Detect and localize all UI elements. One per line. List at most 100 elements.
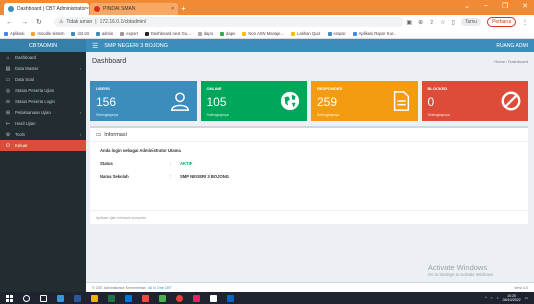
network-icon[interactable]: ⌁ — [491, 296, 493, 300]
folder-icon[interactable] — [91, 294, 98, 302]
stat-box-blocked[interactable]: BLOCKED 0 Selengkapnya — [421, 81, 528, 121]
edge-icon[interactable] — [57, 294, 64, 302]
tab-pindai[interactable]: PINDAI SMAN × — [90, 3, 178, 15]
tab-favicon-icon — [94, 6, 100, 12]
panel-header: ▭ Informasi — [90, 128, 528, 142]
store-icon[interactable] — [125, 294, 132, 302]
profile-button[interactable]: Tamu — [460, 18, 482, 26]
reload-icon[interactable]: ↻ — [36, 18, 42, 26]
bookmark-item[interactable]: Latihan Quiz — [290, 31, 321, 36]
tab-close-icon[interactable]: × — [86, 6, 89, 12]
stat-box-responded[interactable]: RESPONDED 259 Selengkapnya — [311, 81, 418, 121]
star-icon[interactable]: ☆ — [440, 19, 445, 26]
volume-icon[interactable]: ♪ — [497, 296, 499, 300]
window-controls: ⌄ – ❐ ✕ — [464, 2, 528, 10]
bookmark-item[interactable]: Aplikasi — [4, 31, 24, 36]
sidebar-item-keluar[interactable]: ⏻ Keluar — [0, 140, 86, 151]
footer-link[interactable]: All in One CBT — [148, 286, 172, 290]
ban-icon — [501, 91, 521, 111]
back-icon[interactable]: ← — [6, 19, 13, 26]
globe-icon — [95, 31, 100, 36]
stat-more-link[interactable]: Selengkapnya — [428, 113, 450, 117]
tab-close-icon[interactable]: × — [171, 6, 174, 12]
bookmark-item[interactable]: export — [120, 31, 138, 36]
app-icon[interactable] — [193, 294, 200, 302]
chevron-left-icon: ‹ — [79, 110, 81, 115]
tab-label: Dashboard | CBT Administrator — [17, 6, 87, 12]
app-logo[interactable]: CBTADMIN — [0, 39, 86, 52]
breadcrumb[interactable]: Home / Dashboard — [494, 59, 528, 64]
document-icon — [393, 91, 409, 111]
login-icon: ⊖ — [5, 98, 11, 105]
bookmark-item[interactable]: cbt ott — [71, 31, 89, 36]
chrome-icon[interactable] — [176, 294, 183, 302]
search-icon[interactable] — [23, 294, 30, 302]
sidebar-item-pelaksanaan-ujian[interactable]: ⊞ Pelaksanaan Ujian ‹ — [0, 107, 86, 118]
app-icon[interactable] — [159, 294, 166, 302]
folder-icon — [242, 31, 247, 36]
sidebar-item-status-peserta-ujian[interactable]: ◎ Status Peserta Ujian — [0, 85, 86, 96]
new-tab-button[interactable]: + — [181, 4, 186, 13]
chevron-down-icon[interactable]: ⌄ — [464, 2, 470, 10]
bookmark-item[interactable]: admin — [95, 31, 113, 36]
stat-box-users[interactable]: USERS 156 Selengkapnya — [90, 81, 197, 121]
user-icon — [170, 92, 189, 111]
home-icon: ⌂ — [6, 54, 10, 61]
bookmark-item[interactable]: moodle sistem — [31, 31, 64, 36]
bookmark-item[interactable]: Aplikasi Rapor Kur... — [352, 31, 397, 36]
sidebar-item-tools[interactable]: ⚙ Tools ‹ — [0, 129, 86, 140]
sidebar-item-status-peserta-login[interactable]: ⊖ Status Peserta Login — [0, 96, 86, 107]
tab-dashboard[interactable]: Dashboard | CBT Administrator × — [4, 3, 89, 15]
bookmark-item[interactable]: dapo — [197, 31, 213, 36]
close-window-icon[interactable]: ✕ — [522, 2, 528, 10]
app-icon[interactable] — [227, 294, 234, 302]
word-icon[interactable] — [74, 294, 81, 302]
stat-more-link[interactable]: Selengkapnya — [317, 113, 339, 117]
power-icon: ⏻ — [6, 142, 10, 149]
update-button[interactable]: Perbarui — [487, 17, 516, 27]
menu-icon[interactable]: ⋮ — [522, 19, 528, 26]
stat-box-online[interactable]: ONLINE 105 Selengkapnya — [200, 81, 307, 121]
zoom-icon[interactable]: ⊕ — [418, 19, 423, 26]
dapo-icon — [220, 31, 225, 36]
sidebar-item-dashboard[interactable]: ⌂ Dashboard — [0, 52, 86, 63]
school-name: SMP NEGERI 3 BOJONG — [104, 42, 169, 49]
task-view-icon[interactable] — [40, 294, 47, 302]
sidepanel-icon[interactable]: ▯ — [452, 19, 455, 26]
settings-icon[interactable] — [210, 294, 217, 302]
sidebar: ⌂ Dashboard ▤ Data Master ‹ ▭ Data Soal ◎ Sta… — [0, 52, 86, 292]
school-row: Nama Sekolah : SMP NEGERI 3 BOJONG — [100, 174, 230, 179]
stat-more-link[interactable]: Selengkapnya — [96, 113, 118, 117]
bookmark-item[interactable]: erapor — [327, 31, 346, 36]
minimize-icon[interactable]: – — [484, 2, 488, 10]
clock[interactable]: 10:20 06/10/2022 — [503, 294, 521, 302]
globe-icon — [327, 31, 332, 36]
browser-tab-strip: Dashboard | CBT Administrator × PINDAI S… — [0, 0, 534, 15]
stat-more-link[interactable]: Selengkapnya — [207, 113, 229, 117]
bookmark-item[interactable]: Non ASN Manaje... — [242, 31, 284, 36]
globe-icon — [280, 91, 300, 111]
database-icon: ▤ — [5, 65, 11, 72]
hamburger-menu-icon[interactable]: ☰ — [92, 42, 98, 50]
excel-icon[interactable] — [108, 294, 115, 302]
sidebar-item-data-master[interactable]: ▤ Data Master ‹ — [0, 63, 86, 74]
notification-icon[interactable]: ▭ — [525, 296, 528, 300]
globe-icon — [71, 31, 76, 36]
cast-icon[interactable]: ▣ — [406, 19, 412, 26]
windows-start-icon[interactable] — [6, 294, 13, 302]
bookmark-item[interactable]: dapo — [220, 31, 235, 36]
maximize-icon[interactable]: ❐ — [502, 2, 508, 10]
flag-icon: ⊢ — [5, 120, 11, 127]
content-header: Dashboard Home / Dashboard — [86, 52, 534, 70]
share-icon[interactable]: ⇪ — [429, 19, 434, 26]
forward-icon[interactable]: → — [21, 19, 28, 26]
address-bar-icons: ▣ ⊕ ⇪ ☆ ▯ Tamu Perbarui ⋮ — [406, 17, 528, 27]
apps-icon — [4, 31, 8, 36]
url-field[interactable]: ⚠ Tidak aman | 172.16.0.1/cbtadmin/ — [53, 17, 404, 27]
app-icon[interactable] — [142, 294, 149, 302]
chevron-up-icon[interactable]: ^ — [485, 296, 487, 300]
user-menu[interactable]: RUANG ADMI — [496, 43, 528, 49]
bookmark-item[interactable]: Dashboard next Gu... — [144, 31, 191, 36]
sidebar-item-data-soal[interactable]: ▭ Data Soal — [0, 74, 86, 85]
sidebar-item-hasil-ujian[interactable]: ⊢ Hasil Ujian — [0, 118, 86, 129]
